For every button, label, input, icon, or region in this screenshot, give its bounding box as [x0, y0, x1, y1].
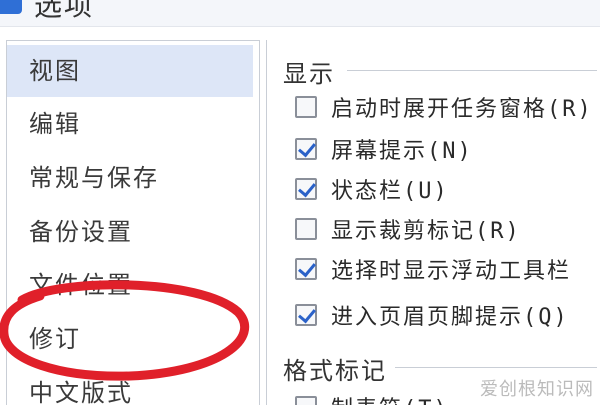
- sidebar-item-revision[interactable]: 修订: [7, 313, 253, 365]
- option-label: 制表符(T): [331, 391, 449, 405]
- option-expand-task-pane[interactable]: 启动时展开任务窗格(R): [295, 90, 593, 124]
- sidebar-item-chinese-layout[interactable]: 中文版式: [7, 367, 253, 405]
- option-label: 进入页眉页脚提示(Q): [331, 305, 569, 330]
- option-label: 状态栏(U): [331, 179, 449, 204]
- options-sidebar: 视图 编辑 常规与保存 备份设置 文件位置 修订 中文版式: [6, 40, 260, 405]
- display-group-title: 显示: [283, 54, 343, 89]
- sidebar-item-backup[interactable]: 备份设置: [7, 206, 253, 258]
- option-tab-char[interactable]: 制表符(T): [295, 390, 449, 405]
- app-icon: [0, 0, 22, 14]
- checkbox-status-bar[interactable]: [295, 178, 317, 200]
- option-label: 显示裁剪标记(R): [331, 219, 521, 244]
- sidebar-item-general-save[interactable]: 常规与保存: [7, 152, 253, 204]
- checkbox-crop-marks[interactable]: [295, 218, 317, 240]
- checkbox-tab-char[interactable]: [295, 396, 317, 405]
- sidebar-item-edit[interactable]: 编辑: [7, 98, 253, 150]
- window-title: 选项: [34, 0, 95, 22]
- checkbox-floating-toolbar[interactable]: [295, 258, 317, 280]
- watermark: 爱创根知识网: [480, 379, 594, 400]
- group-divider: [347, 70, 597, 71]
- checkbox-expand-task-pane[interactable]: [295, 96, 317, 118]
- option-floating-toolbar[interactable]: 选择时显示浮动工具栏: [295, 252, 571, 286]
- view-options-panel: 显示 启动时展开任务窗格(R) 屏幕提示(N) 状态栏(U) 显示裁剪标记(R)…: [266, 40, 600, 405]
- option-label: 屏幕提示(N): [331, 139, 473, 164]
- option-header-footer-tips[interactable]: 进入页眉页脚提示(Q): [295, 298, 569, 332]
- option-label: 选择时显示浮动工具栏: [331, 259, 572, 284]
- title-bar: 选项: [0, 0, 600, 27]
- option-crop-marks[interactable]: 显示裁剪标记(R): [295, 212, 521, 246]
- checkbox-header-footer-tips[interactable]: [295, 304, 317, 326]
- option-label: 启动时展开任务窗格(R): [331, 97, 593, 122]
- checkbox-screen-tips[interactable]: [295, 138, 317, 160]
- format-marks-group-title: 格式标记: [283, 351, 395, 386]
- option-screen-tips[interactable]: 屏幕提示(N): [295, 132, 473, 166]
- option-status-bar[interactable]: 状态栏(U): [295, 172, 449, 206]
- group-divider: [387, 367, 597, 368]
- options-dialog: 选项 视图 编辑 常规与保存 备份设置 文件位置 修订 中文版式 显示 启动时展…: [0, 0, 600, 405]
- sidebar-item-view[interactable]: 视图: [7, 45, 253, 97]
- sidebar-item-file-location[interactable]: 文件位置: [7, 259, 253, 311]
